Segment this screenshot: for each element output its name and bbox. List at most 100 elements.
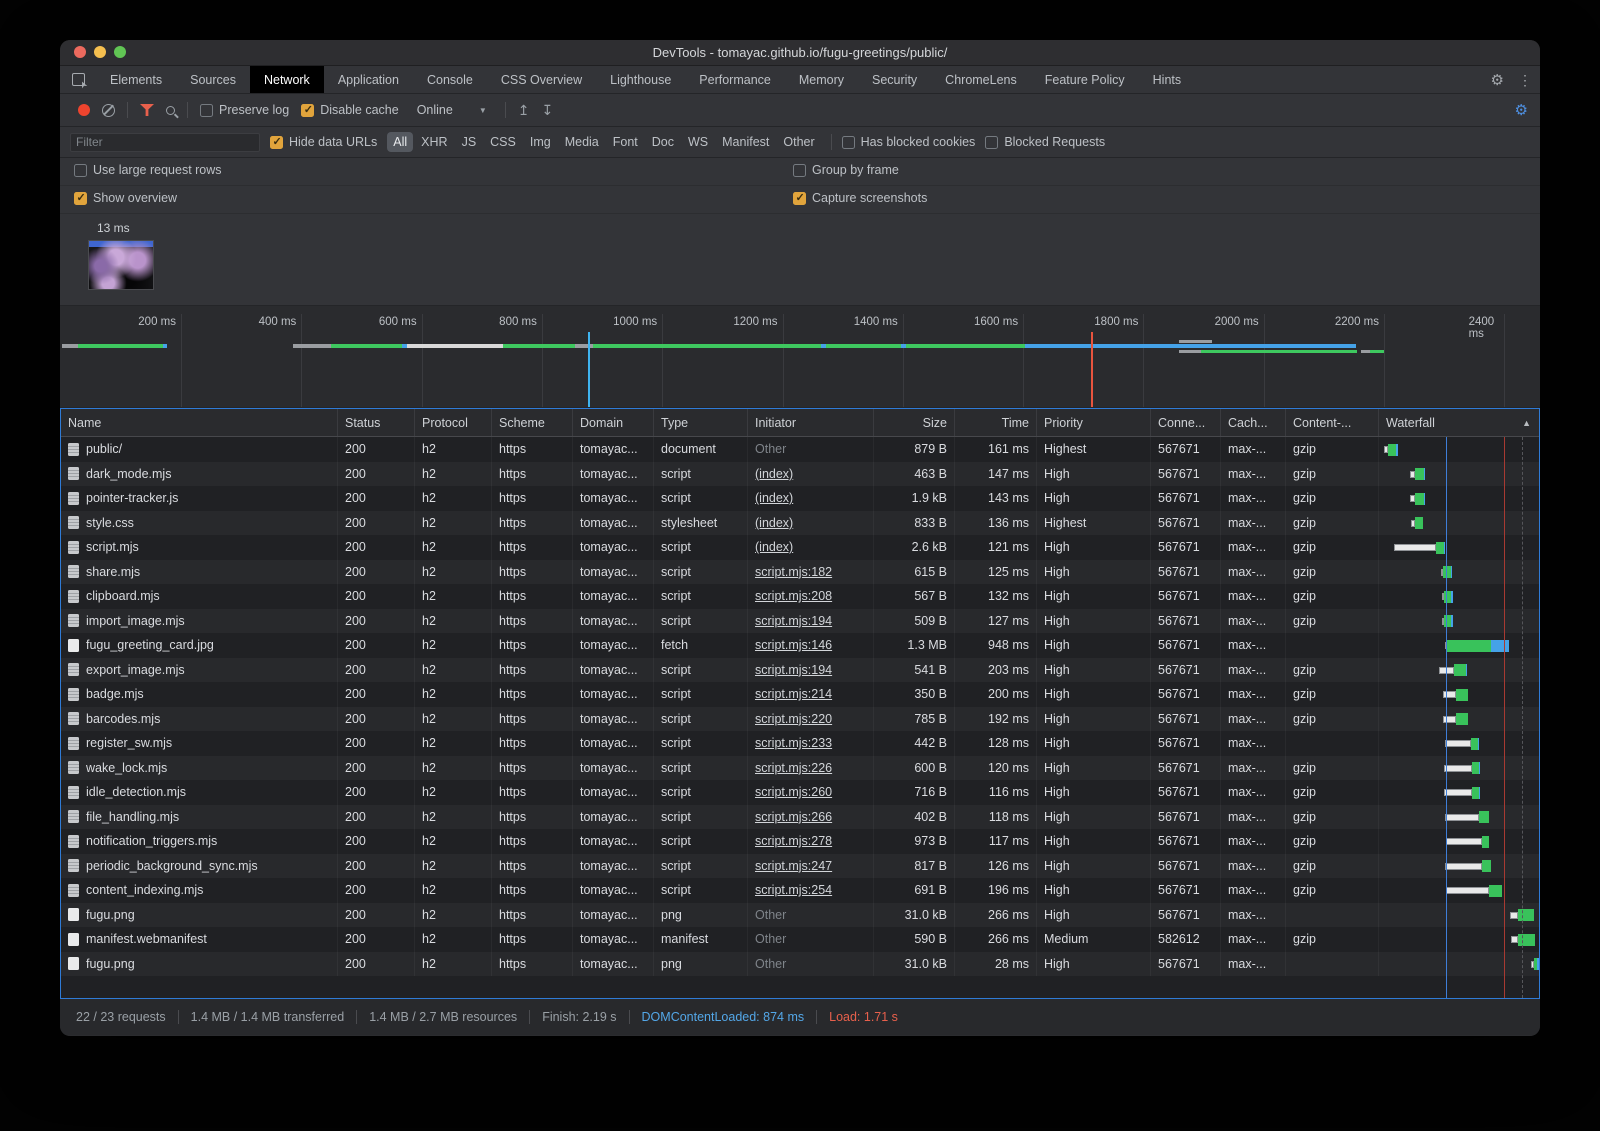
clear-network-log-icon[interactable]	[102, 104, 115, 117]
column-header-waterfall[interactable]: Waterfall▲	[1379, 409, 1539, 436]
filter-type-manifest[interactable]: Manifest	[716, 132, 775, 152]
hide-data-urls-checkbox[interactable]: Hide data URLs	[270, 135, 377, 149]
cell-initiator[interactable]: script.mjs:278	[748, 829, 874, 854]
initiator-link[interactable]: script.mjs:278	[755, 834, 832, 848]
table-row[interactable]: notification_triggers.mjs200h2httpstomay…	[61, 829, 1539, 854]
initiator-link[interactable]: (index)	[755, 491, 793, 505]
close-window-button[interactable]	[74, 46, 86, 58]
cell-initiator[interactable]: script.mjs:214	[748, 682, 874, 707]
tab-memory[interactable]: Memory	[785, 66, 858, 93]
initiator-link[interactable]: script.mjs:247	[755, 859, 832, 873]
has-blocked-cookies-checkbox[interactable]: Has blocked cookies	[842, 135, 976, 149]
table-row[interactable]: register_sw.mjs200h2httpstomayac...scrip…	[61, 731, 1539, 756]
initiator-link[interactable]: script.mjs:214	[755, 687, 832, 701]
table-row[interactable]: share.mjs200h2httpstomayac...scriptscrip…	[61, 560, 1539, 585]
filter-type-xhr[interactable]: XHR	[415, 132, 453, 152]
capture-screenshots-checkbox-box[interactable]	[793, 192, 806, 205]
cell-initiator[interactable]: script.mjs:220	[748, 707, 874, 732]
filter-input[interactable]	[70, 133, 260, 152]
cell-initiator[interactable]: script.mjs:194	[748, 609, 874, 634]
filter-type-js[interactable]: JS	[456, 132, 483, 152]
filter-type-css[interactable]: CSS	[484, 132, 522, 152]
column-header-protocol[interactable]: Protocol	[415, 409, 492, 436]
tab-performance[interactable]: Performance	[685, 66, 785, 93]
initiator-link[interactable]: script.mjs:208	[755, 589, 832, 603]
column-header-cache[interactable]: Cach...	[1221, 409, 1286, 436]
cell-initiator[interactable]: (index)	[748, 535, 874, 560]
column-header-type[interactable]: Type	[654, 409, 748, 436]
tab-network[interactable]: Network	[250, 66, 324, 93]
table-row[interactable]: idle_detection.mjs200h2httpstomayac...sc…	[61, 780, 1539, 805]
column-header-connection[interactable]: Conne...	[1151, 409, 1221, 436]
more-options-kebab-icon[interactable]: ⋮	[1518, 72, 1532, 89]
column-header-encoding[interactable]: Content-...	[1286, 409, 1379, 436]
column-header-priority[interactable]: Priority	[1037, 409, 1151, 436]
initiator-link[interactable]: script.mjs:194	[755, 663, 832, 677]
cell-initiator[interactable]: script.mjs:226	[748, 756, 874, 781]
cell-initiator[interactable]: script.mjs:182	[748, 560, 874, 585]
initiator-link[interactable]: (index)	[755, 467, 793, 481]
tab-chromelens[interactable]: ChromeLens	[931, 66, 1031, 93]
table-row[interactable]: content_indexing.mjs200h2httpstomayac...…	[61, 878, 1539, 903]
filter-type-media[interactable]: Media	[559, 132, 605, 152]
table-row[interactable]: fugu.png200h2httpstomayac...pngOther31.0…	[61, 903, 1539, 928]
column-header-time[interactable]: Time	[955, 409, 1037, 436]
initiator-link[interactable]: script.mjs:226	[755, 761, 832, 775]
network-settings-gear-icon[interactable]: ⚙	[1515, 101, 1528, 119]
tab-hints[interactable]: Hints	[1139, 66, 1195, 93]
table-row[interactable]: badge.mjs200h2httpstomayac...scriptscrip…	[61, 682, 1539, 707]
network-overview-timeline[interactable]: 200 ms400 ms600 ms800 ms1000 ms1200 ms14…	[60, 306, 1540, 408]
use-large-request-rows-checkbox[interactable]: Use large request rows	[74, 163, 222, 177]
filter-type-ws[interactable]: WS	[682, 132, 714, 152]
table-row[interactable]: barcodes.mjs200h2httpstomayac...scriptsc…	[61, 707, 1539, 732]
table-row[interactable]: clipboard.mjs200h2httpstomayac...scripts…	[61, 584, 1539, 609]
tab-security[interactable]: Security	[858, 66, 931, 93]
tab-feature-policy[interactable]: Feature Policy	[1031, 66, 1139, 93]
table-row[interactable]: pointer-tracker.js200h2httpstomayac...sc…	[61, 486, 1539, 511]
initiator-link[interactable]: script.mjs:254	[755, 883, 832, 897]
column-header-domain[interactable]: Domain	[573, 409, 654, 436]
initiator-link[interactable]: script.mjs:146	[755, 638, 832, 652]
initiator-link[interactable]: (index)	[755, 516, 793, 530]
tab-css-overview[interactable]: CSS Overview	[487, 66, 596, 93]
table-row[interactable]: import_image.mjs200h2httpstomayac...scri…	[61, 609, 1539, 634]
capture-screenshots-checkbox[interactable]: Capture screenshots	[793, 191, 927, 205]
blocked-requests-checkbox-box[interactable]	[985, 136, 998, 149]
table-row[interactable]: wake_lock.mjs200h2httpstomayac...scripts…	[61, 756, 1539, 781]
preserve-log-checkbox[interactable]: Preserve log	[200, 103, 289, 117]
table-row[interactable]: file_handling.mjs200h2httpstomayac...scr…	[61, 805, 1539, 830]
filter-type-img[interactable]: Img	[524, 132, 557, 152]
column-header-initiator[interactable]: Initiator	[748, 409, 874, 436]
record-network-log-button[interactable]	[78, 104, 90, 116]
cell-initiator[interactable]: (index)	[748, 486, 874, 511]
cell-initiator[interactable]: script.mjs:194	[748, 658, 874, 683]
search-icon[interactable]	[166, 106, 175, 115]
initiator-link[interactable]: script.mjs:182	[755, 565, 832, 579]
filter-type-other[interactable]: Other	[777, 132, 820, 152]
has-blocked-cookies-checkbox-box[interactable]	[842, 136, 855, 149]
disable-cache-checkbox[interactable]: Disable cache	[301, 103, 399, 117]
table-row[interactable]: public/200h2httpstomayac...documentOther…	[61, 437, 1539, 462]
show-overview-checkbox[interactable]: Show overview	[74, 191, 177, 205]
use-large-request-rows-checkbox-box[interactable]	[74, 164, 87, 177]
export-har-icon[interactable]: ↧	[542, 102, 554, 119]
table-row[interactable]: fugu_greeting_card.jpg200h2httpstomayac.…	[61, 633, 1539, 658]
filter-type-all[interactable]: All	[387, 132, 413, 152]
tab-application[interactable]: Application	[324, 66, 413, 93]
initiator-link[interactable]: script.mjs:260	[755, 785, 832, 799]
initiator-link[interactable]: script.mjs:194	[755, 614, 832, 628]
filter-funnel-icon[interactable]	[140, 104, 154, 116]
cell-initiator[interactable]: script.mjs:247	[748, 854, 874, 879]
table-row[interactable]: export_image.mjs200h2httpstomayac...scri…	[61, 658, 1539, 683]
show-overview-checkbox-box[interactable]	[74, 192, 87, 205]
maximize-window-button[interactable]	[114, 46, 126, 58]
table-row[interactable]: dark_mode.mjs200h2httpstomayac...script(…	[61, 462, 1539, 487]
minimize-window-button[interactable]	[94, 46, 106, 58]
group-by-frame-checkbox-box[interactable]	[793, 164, 806, 177]
initiator-link[interactable]: (index)	[755, 540, 793, 554]
filter-type-font[interactable]: Font	[607, 132, 644, 152]
initiator-link[interactable]: script.mjs:220	[755, 712, 832, 726]
column-header-scheme[interactable]: Scheme	[492, 409, 573, 436]
tab-console[interactable]: Console	[413, 66, 487, 93]
column-header-name[interactable]: Name	[61, 409, 338, 436]
